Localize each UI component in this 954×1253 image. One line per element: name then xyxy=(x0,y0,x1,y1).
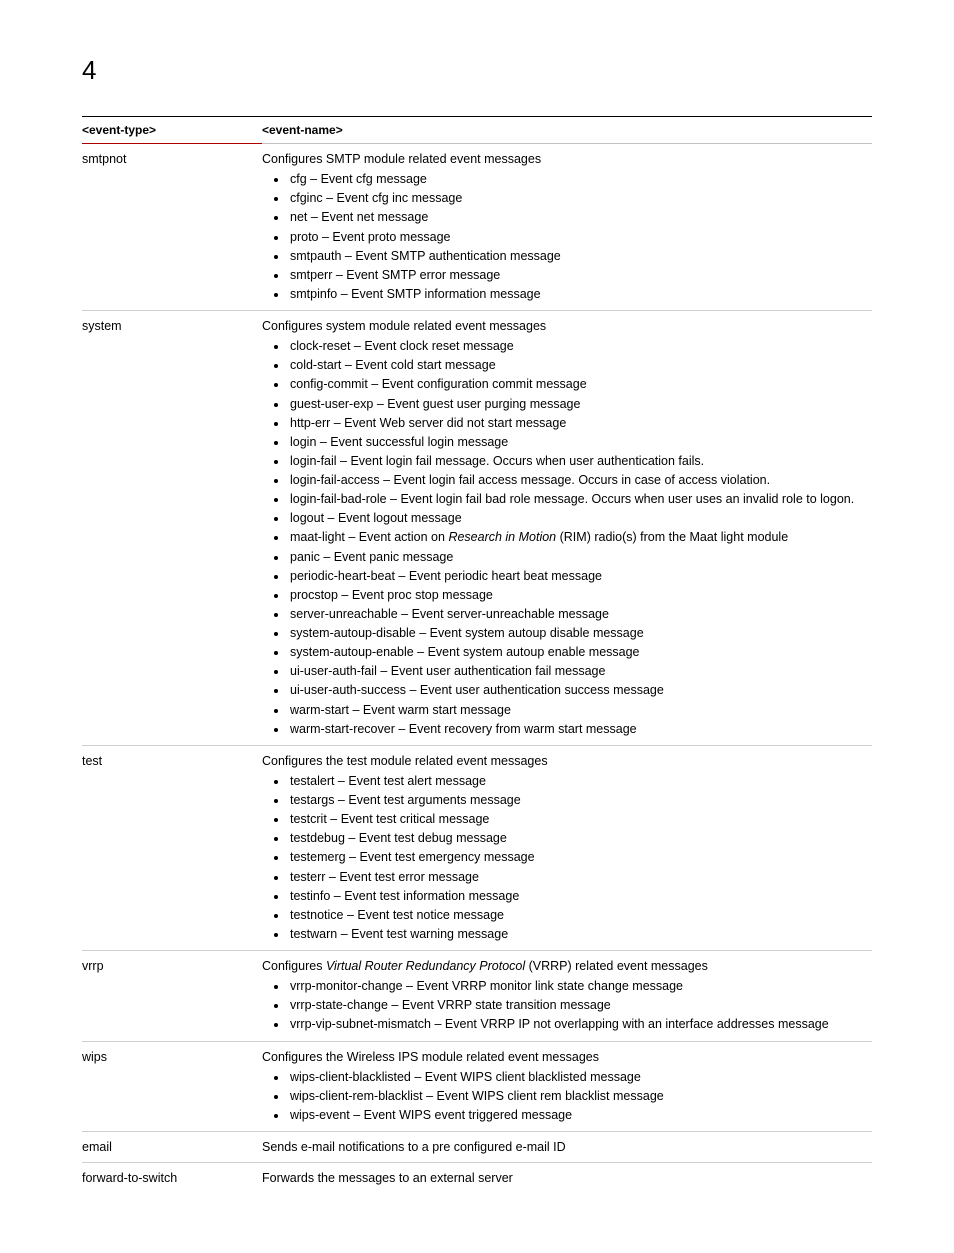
list-item: login – Event successful login message xyxy=(288,433,868,451)
list-item: vrrp-state-change – Event VRRP state tra… xyxy=(288,996,868,1014)
list-item: testnotice – Event test notice message xyxy=(288,906,868,924)
event-name-cell: Configures system module related event m… xyxy=(262,311,872,746)
list-item: wips-client-blacklisted – Event WIPS cli… xyxy=(288,1068,868,1086)
list-item: guest-user-exp – Event guest user purgin… xyxy=(288,395,868,413)
event-intro: Configures system module related event m… xyxy=(262,319,546,333)
list-item: login-fail-access – Event login fail acc… xyxy=(288,471,868,489)
event-intro: Configures the Wireless IPS module relat… xyxy=(262,1050,599,1064)
list-item: warm-start-recover – Event recovery from… xyxy=(288,720,868,738)
list-item: system-autoup-disable – Event system aut… xyxy=(288,624,868,642)
list-item: periodic-heart-beat – Event periodic hea… xyxy=(288,567,868,585)
table-row: forward-to-switchForwards the messages t… xyxy=(82,1163,872,1194)
list-item: testalert – Event test alert message xyxy=(288,772,868,790)
list-item: smtpinfo – Event SMTP information messag… xyxy=(288,285,868,303)
list-item: testwarn – Event test warning message xyxy=(288,925,868,943)
page: 4 <event-type> <event-name> smtpnotConfi… xyxy=(0,0,954,1253)
list-item: net – Event net message xyxy=(288,208,868,226)
list-item: cold-start – Event cold start message xyxy=(288,356,868,374)
list-item: proto – Event proto message xyxy=(288,228,868,246)
event-name-cell: Configures the Wireless IPS module relat… xyxy=(262,1041,872,1132)
header-event-type: <event-type> xyxy=(82,117,262,144)
event-list: wips-client-blacklisted – Event WIPS cli… xyxy=(262,1068,868,1124)
event-type-cell: system xyxy=(82,311,262,746)
list-item: wips-event – Event WIPS event triggered … xyxy=(288,1106,868,1124)
event-type-cell: smtpnot xyxy=(82,144,262,311)
event-intro: Configures Virtual Router Redundancy Pro… xyxy=(262,959,708,973)
list-item: server-unreachable – Event server-unreac… xyxy=(288,605,868,623)
event-intro: Sends e-mail notifications to a pre conf… xyxy=(262,1140,566,1154)
event-name-cell: Configures the test module related event… xyxy=(262,745,872,950)
list-item: testdebug – Event test debug message xyxy=(288,829,868,847)
event-list: testalert – Event test alert messagetest… xyxy=(262,772,868,943)
list-item: config-commit – Event configuration comm… xyxy=(288,375,868,393)
event-intro: Configures SMTP module related event mes… xyxy=(262,152,541,166)
event-type-cell: wips xyxy=(82,1041,262,1132)
event-list: clock-reset – Event clock reset messagec… xyxy=(262,337,868,738)
list-item: testcrit – Event test critical message xyxy=(288,810,868,828)
event-intro: Forwards the messages to an external ser… xyxy=(262,1171,513,1185)
table-row: wipsConfigures the Wireless IPS module r… xyxy=(82,1041,872,1132)
event-type-cell: test xyxy=(82,745,262,950)
list-item: login-fail-bad-role – Event login fail b… xyxy=(288,490,868,508)
reference-table: <event-type> <event-name> smtpnotConfigu… xyxy=(82,116,872,1193)
event-type-cell: vrrp xyxy=(82,951,262,1042)
table-row: testConfigures the test module related e… xyxy=(82,745,872,950)
event-name-cell: Sends e-mail notifications to a pre conf… xyxy=(262,1132,872,1163)
event-name-cell: Configures SMTP module related event mes… xyxy=(262,144,872,311)
list-item: panic – Event panic message xyxy=(288,548,868,566)
list-item: ui-user-auth-fail – Event user authentic… xyxy=(288,662,868,680)
list-item: login-fail – Event login fail message. O… xyxy=(288,452,868,470)
event-intro: Configures the test module related event… xyxy=(262,754,548,768)
list-item: logout – Event logout message xyxy=(288,509,868,527)
list-item: wips-client-rem-blacklist – Event WIPS c… xyxy=(288,1087,868,1105)
header-event-name: <event-name> xyxy=(262,117,872,144)
list-item: testerr – Event test error message xyxy=(288,868,868,886)
event-type-cell: email xyxy=(82,1132,262,1163)
event-list: vrrp-monitor-change – Event VRRP monitor… xyxy=(262,977,868,1033)
list-item: procstop – Event proc stop message xyxy=(288,586,868,604)
event-name-cell: Forwards the messages to an external ser… xyxy=(262,1163,872,1194)
list-item: cfginc – Event cfg inc message xyxy=(288,189,868,207)
list-item: cfg – Event cfg message xyxy=(288,170,868,188)
event-type-cell: forward-to-switch xyxy=(82,1163,262,1194)
list-item: system-autoup-enable – Event system auto… xyxy=(288,643,868,661)
list-item: warm-start – Event warm start message xyxy=(288,701,868,719)
list-item: smtpauth – Event SMTP authentication mes… xyxy=(288,247,868,265)
event-name-cell: Configures Virtual Router Redundancy Pro… xyxy=(262,951,872,1042)
table-row: emailSends e-mail notifications to a pre… xyxy=(82,1132,872,1163)
list-item: ui-user-auth-success – Event user authen… xyxy=(288,681,868,699)
table-row: vrrpConfigures Virtual Router Redundancy… xyxy=(82,951,872,1042)
table-row: smtpnotConfigures SMTP module related ev… xyxy=(82,144,872,311)
list-item: vrrp-monitor-change – Event VRRP monitor… xyxy=(288,977,868,995)
list-item: http-err – Event Web server did not star… xyxy=(288,414,868,432)
list-item: smtperr – Event SMTP error message xyxy=(288,266,868,284)
page-number: 4 xyxy=(82,55,872,86)
list-item: maat-light – Event action on Research in… xyxy=(288,528,868,546)
list-item: vrrp-vip-subnet-mismatch – Event VRRP IP… xyxy=(288,1015,868,1033)
list-item: testemerg – Event test emergency message xyxy=(288,848,868,866)
event-list: cfg – Event cfg messagecfginc – Event cf… xyxy=(262,170,868,303)
list-item: testinfo – Event test information messag… xyxy=(288,887,868,905)
table-row: systemConfigures system module related e… xyxy=(82,311,872,746)
list-item: clock-reset – Event clock reset message xyxy=(288,337,868,355)
list-item: testargs – Event test arguments message xyxy=(288,791,868,809)
table-header-row: <event-type> <event-name> xyxy=(82,117,872,144)
